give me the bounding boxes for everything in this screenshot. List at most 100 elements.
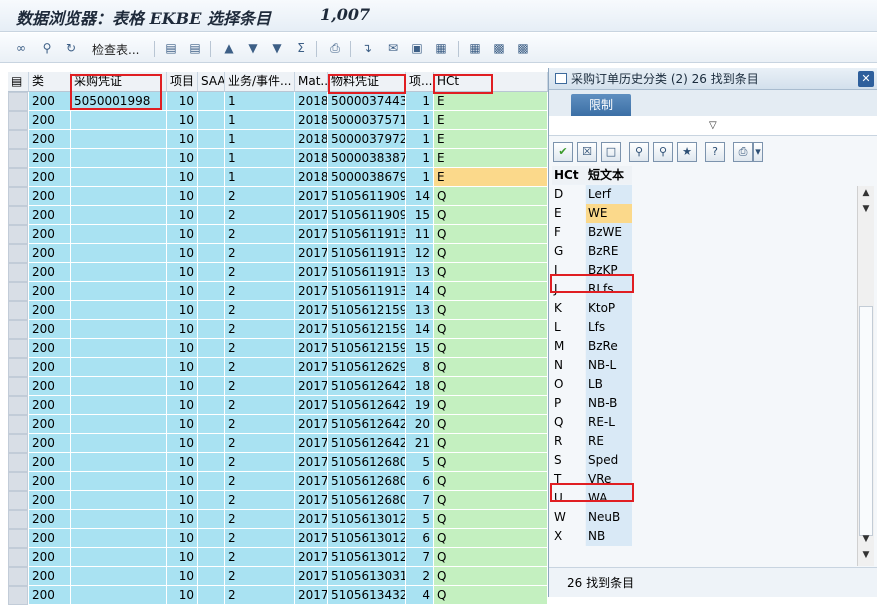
row-selector[interactable] — [8, 586, 28, 605]
tab-restrictions[interactable]: 限制 — [571, 94, 631, 116]
table-row[interactable]: 200 10 2 2017 5105612159 14 Q — [0, 320, 548, 339]
row-selector[interactable] — [8, 187, 28, 206]
table-row[interactable]: 200 10 2 2017 5105612680 5 Q — [0, 453, 548, 472]
table-row[interactable]: 200 10 2 2017 5105613012 6 Q — [0, 529, 548, 548]
col-header-business[interactable]: 业务/事件... — [225, 72, 295, 92]
glasses-icon[interactable]: ∞ — [12, 39, 30, 57]
table-row[interactable]: 200 10 2 2017 5105612159 15 Q — [0, 339, 548, 358]
list-icon[interactable]: ▤ — [186, 39, 204, 57]
row-selector[interactable] — [8, 92, 28, 111]
row-selector[interactable] — [8, 225, 28, 244]
export-icon[interactable]: ↴ — [358, 39, 376, 57]
list-item[interactable]: D Lerf — [552, 185, 632, 204]
row-selector[interactable] — [8, 168, 28, 187]
details-icon[interactable]: ▤ — [162, 39, 180, 57]
row-selector[interactable] — [8, 491, 28, 510]
popup-scrollbar[interactable]: ▲ ▼ ▼ ▼ — [857, 186, 874, 566]
confirm-icon[interactable]: ✔ — [553, 142, 573, 162]
sort-ascending-icon[interactable]: ▲ — [220, 39, 238, 57]
row-selector[interactable] — [8, 149, 28, 168]
col-header-hct[interactable]: HCt — [434, 72, 548, 92]
table-row[interactable]: 200 10 2 2017 5105611909 15 Q — [0, 206, 548, 225]
list-item[interactable]: U WA — [552, 489, 632, 508]
expand-arrow-icon[interactable]: ▽ — [709, 120, 717, 131]
table-row[interactable]: 200 10 2 2017 5105611913 14 Q — [0, 282, 548, 301]
abc-icon[interactable]: ▦ — [432, 39, 450, 57]
list-item[interactable]: T VRe — [552, 470, 632, 489]
scroll-thumb[interactable] — [859, 306, 873, 536]
check-table-button[interactable]: 检查表... — [92, 41, 139, 58]
table-row[interactable]: 200 10 2 2017 5105612642 19 Q — [0, 396, 548, 415]
scroll-up-icon[interactable]: ▲ — [858, 186, 874, 200]
mail-icon[interactable]: ✉ — [384, 39, 402, 57]
list-item[interactable]: J RLfs — [552, 280, 632, 299]
list-item[interactable]: W NeuB — [552, 508, 632, 527]
table-row[interactable]: 200 10 2 2017 5105612642 21 Q — [0, 434, 548, 453]
row-selector[interactable] — [8, 567, 28, 586]
row-selector[interactable] — [8, 453, 28, 472]
list-item[interactable]: F BzWE — [552, 223, 632, 242]
find-next-icon[interactable]: ⚲ — [653, 142, 673, 162]
list-header-key[interactable]: HCt — [552, 166, 585, 184]
row-selector[interactable] — [8, 396, 28, 415]
row-selector[interactable] — [8, 472, 28, 491]
col-header-mat-year[interactable]: Mat... — [295, 72, 328, 92]
favorite-icon[interactable]: ★ — [677, 142, 697, 162]
list-item[interactable]: O LB — [552, 375, 632, 394]
list-item[interactable]: Q RE-L — [552, 413, 632, 432]
table-row[interactable]: 200 10 2 2017 5105611913 12 Q — [0, 244, 548, 263]
graphic-icon[interactable]: ▣ — [408, 39, 426, 57]
sort-descending-icon[interactable]: ▼ — [244, 39, 262, 57]
table-row[interactable]: 200 10 2 2017 5105613031 2 Q — [0, 567, 548, 586]
scroll-up-icon[interactable]: ▼ — [858, 202, 874, 216]
document-icon[interactable]: □ — [601, 142, 621, 162]
list-item[interactable]: P NB-B — [552, 394, 632, 413]
list-item[interactable]: S Sped — [552, 451, 632, 470]
table-row[interactable]: 200 10 2 2017 5105611913 13 Q — [0, 263, 548, 282]
col-header-saa[interactable]: SAA — [198, 72, 225, 92]
find-icon[interactable]: ⚲ — [629, 142, 649, 162]
table-row[interactable]: 200 10 2 2017 5105612680 7 Q — [0, 491, 548, 510]
col-header-item[interactable]: 项目 — [167, 72, 198, 92]
row-selector[interactable] — [8, 510, 28, 529]
row-selector[interactable] — [8, 301, 28, 320]
col-header-po[interactable]: 采购凭证 — [71, 72, 167, 92]
print-icon[interactable]: ⎙ — [326, 39, 344, 57]
filter-icon[interactable]: ▼ — [268, 39, 286, 57]
row-selector[interactable] — [8, 529, 28, 548]
table-row[interactable]: 200 10 2 2017 5105612680 6 Q — [0, 472, 548, 491]
row-selector[interactable] — [8, 320, 28, 339]
layout-save-icon[interactable]: ▩ — [514, 39, 532, 57]
list-item[interactable]: M BzRe — [552, 337, 632, 356]
row-selector[interactable] — [8, 339, 28, 358]
table-row[interactable]: 200 10 2 2017 5105611909 14 Q — [0, 187, 548, 206]
scroll-down-icon[interactable]: ▼ — [858, 548, 874, 562]
row-selector[interactable] — [8, 263, 28, 282]
sum-icon[interactable]: Σ — [292, 39, 310, 57]
table-row[interactable]: 200 10 2 2017 5105613012 7 Q — [0, 548, 548, 567]
row-selector[interactable] — [8, 130, 28, 149]
table-row[interactable]: 200 10 2 2017 5105611913 11 Q — [0, 225, 548, 244]
table-row[interactable]: 200 10 2 2017 5105612629 8 Q — [0, 358, 548, 377]
row-selector[interactable] — [8, 434, 28, 453]
list-item[interactable]: N NB-L — [552, 356, 632, 375]
table-row[interactable]: 200 10 2 2017 5105612642 18 Q — [0, 377, 548, 396]
row-selector[interactable] — [8, 111, 28, 130]
list-item[interactable]: X NB — [552, 527, 632, 546]
select-all-icon[interactable]: ▤ — [8, 72, 29, 92]
list-item[interactable]: R RE — [552, 432, 632, 451]
layout-change-icon[interactable]: ▩ — [490, 39, 508, 57]
refresh-icon[interactable]: ↻ — [62, 39, 80, 57]
table-row[interactable]: 200 5050001998 10 1 2018 5000037443 1 E — [0, 92, 548, 111]
table-row[interactable]: 200 10 2 2017 5105613432 4 Q — [0, 586, 548, 605]
list-item[interactable]: E WE — [552, 204, 632, 223]
col-header-type[interactable]: 类 — [29, 72, 71, 92]
row-selector[interactable] — [8, 377, 28, 396]
list-item[interactable]: G BzRE — [552, 242, 632, 261]
dropdown-icon[interactable]: ▾ — [753, 142, 763, 162]
layout-grid-icon[interactable]: ▦ — [466, 39, 484, 57]
search-icon[interactable]: ⚲ — [38, 39, 56, 57]
col-header-material-doc[interactable]: 物料凭证 — [328, 72, 406, 92]
table-row[interactable]: 200 10 1 2018 5000038387 1 E — [0, 149, 548, 168]
row-selector[interactable] — [8, 358, 28, 377]
